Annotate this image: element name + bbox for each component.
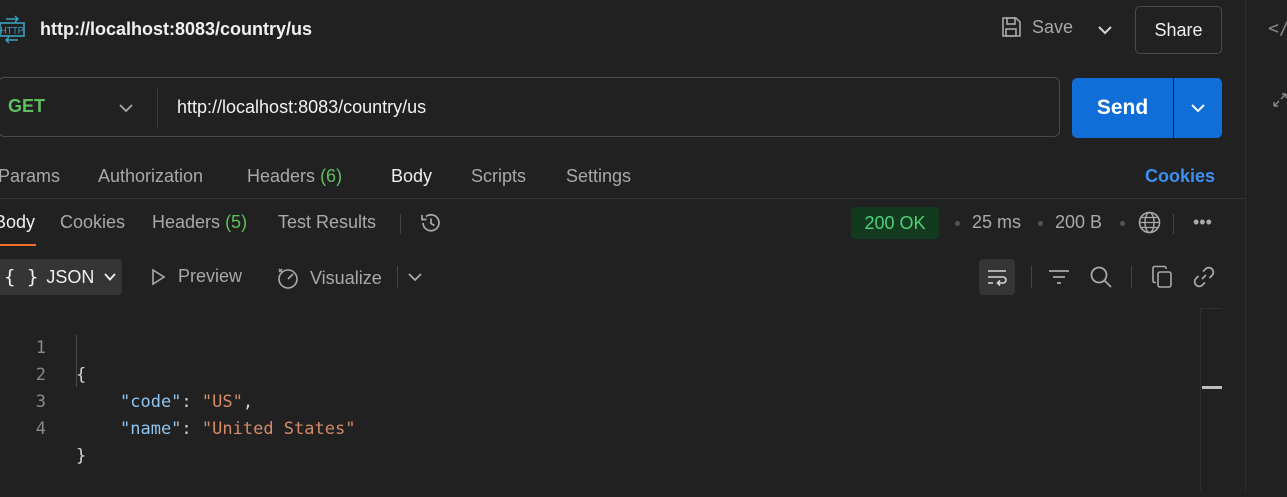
search-icon[interactable] [1089,265,1113,289]
visualize-label: Visualize [310,267,382,288]
code-text: { [76,365,87,385]
globe-icon[interactable] [1137,210,1162,235]
code-text: "name": "United States" [120,416,355,443]
request-header: HTTP http://localhost:8083/country/us Sa… [0,0,1245,62]
code-line: 1 { [0,308,87,385]
save-button[interactable]: Save [1000,16,1073,38]
code-text: } [76,446,87,466]
filter-icon[interactable] [1047,266,1071,288]
response-tab-body[interactable]: Body [0,212,35,233]
wrap-lines-icon [988,270,1007,287]
response-tab-headers-label: Headers [152,212,221,232]
code-line: 2 "code": "US", [0,335,253,412]
right-sidebar [1245,0,1287,491]
http-request-icon: HTTP [0,15,25,44]
json-trailing: , [242,392,254,412]
json-key: "name" [120,419,182,439]
tab-headers-label: Headers [247,166,316,186]
more-options-icon[interactable]: ••• [1193,212,1212,233]
svg-text:HTTP: HTTP [0,26,24,36]
tab-settings[interactable]: Settings [566,166,631,187]
play-icon [152,268,166,285]
divider [400,214,401,234]
link-icon[interactable] [1192,265,1216,289]
format-label: JSON [46,266,95,287]
scrollbar-thumb[interactable] [1202,386,1222,389]
history-icon[interactable] [418,210,444,236]
tab-scripts[interactable]: Scripts [471,166,526,187]
status-badge[interactable]: 200 OK [851,207,939,239]
json-separator: : [181,419,202,439]
json-value: "United States" [201,419,356,439]
send-label: Send [1096,96,1149,119]
code-snippet-icon[interactable]: </ [1268,18,1287,39]
method-chevron-icon[interactable] [117,99,135,117]
chevron-down-icon [1191,104,1205,113]
code-line: 3 "name": "United States" [0,362,356,439]
url-divider [157,88,158,128]
response-size[interactable]: 200 B [1055,212,1102,233]
wrap-lines-button[interactable] [979,259,1015,295]
copy-icon[interactable] [1151,265,1173,289]
share-button[interactable]: Share [1135,6,1222,54]
request-title[interactable]: http://localhost:8083/country/us [40,19,312,40]
share-label: Share [1154,19,1203,40]
preview-button[interactable]: Preview [150,266,242,287]
preview-label: Preview [178,266,243,286]
url-input[interactable]: http://localhost:8083/country/us [177,97,426,118]
tab-body[interactable]: Body [391,166,432,187]
response-tab-cookies[interactable]: Cookies [60,212,125,233]
response-tab-test-results[interactable]: Test Results [278,212,376,233]
response-body-editor[interactable]: 1 { 2 "code": "US", 3 "name": "United St… [0,308,1200,491]
divider [1131,266,1132,288]
code-text: "code": "US", [120,389,253,416]
url-bar [0,77,1060,137]
cookies-link[interactable]: Cookies [1145,166,1215,187]
indent-guide [76,335,77,387]
send-button[interactable]: Send [1072,78,1173,138]
method-select[interactable]: GET [8,96,45,117]
divider [397,266,398,288]
json-value: "US" [201,392,243,412]
save-options-chevron-icon[interactable] [1094,18,1116,42]
separator-dot [1120,221,1125,226]
response-tab-headers-count: (5) [225,212,248,232]
visualize-button[interactable]: Visualize [276,266,382,290]
json-key: "code" [120,392,182,412]
response-tab-headers[interactable]: Headers (5) [152,212,247,233]
minimap-scrollbar[interactable] [1200,308,1223,491]
section-divider [0,198,1245,199]
send-options-button[interactable] [1174,78,1222,138]
chevron-down-icon [104,273,117,281]
json-braces-icon: { } [4,266,39,288]
json-separator: : [181,392,202,412]
save-label: Save [1032,16,1074,37]
separator-dot [955,221,960,226]
tab-headers[interactable]: Headers (6) [247,166,342,187]
visualize-icon [278,268,298,289]
expand-icon[interactable] [1272,92,1287,108]
divider [1031,266,1032,288]
code-line: 4 } [0,389,87,466]
line-number: 4 [35,419,46,439]
save-icon [1002,17,1021,37]
minimap-top-border [1200,308,1222,309]
visualize-chevron-icon[interactable] [406,268,424,286]
tab-params[interactable]: Params [0,166,60,187]
divider [1173,214,1174,234]
separator-dot [1038,221,1043,226]
format-select[interactable]: { } JSON [0,259,122,295]
response-time[interactable]: 25 ms [972,212,1021,233]
active-tab-indicator [0,244,36,246]
tab-authorization[interactable]: Authorization [98,166,203,187]
tab-headers-count: (6) [320,166,343,186]
